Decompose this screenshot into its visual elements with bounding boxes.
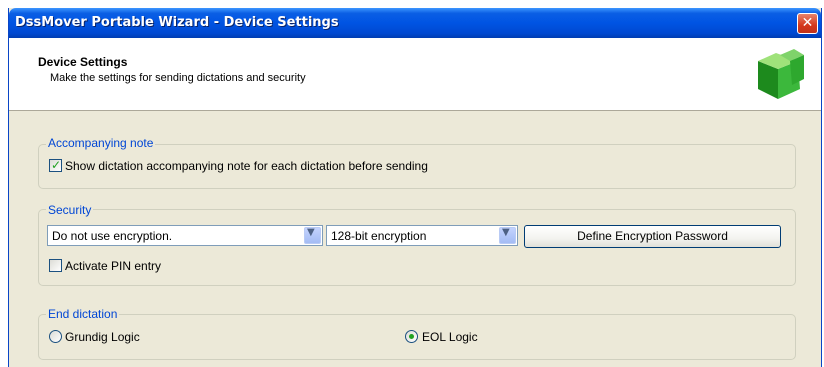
grundig-logic-label[interactable]: Grundig Logic bbox=[65, 330, 140, 344]
eol-logic-label[interactable]: EOL Logic bbox=[422, 330, 478, 344]
bit-strength-select[interactable]: 128-bit encryption ▼ bbox=[326, 225, 518, 246]
encryption-select-value: Do not use encryption. bbox=[52, 229, 173, 243]
wizard-header: Device Settings Make the settings for se… bbox=[9, 38, 821, 111]
encryption-dropdown-button[interactable]: ▼ bbox=[304, 227, 321, 244]
radio-selected-dot bbox=[409, 334, 414, 339]
define-encryption-password-button[interactable]: Define Encryption Password bbox=[524, 225, 781, 248]
title-bar[interactable]: DssMover Portable Wizard - Device Settin… bbox=[9, 8, 821, 38]
show-note-label[interactable]: Show dictation accompanying note for eac… bbox=[65, 159, 428, 173]
wizard-window: DssMover Portable Wizard - Device Settin… bbox=[8, 8, 822, 367]
bit-strength-select-value: 128-bit encryption bbox=[331, 229, 427, 243]
header-title: Device Settings bbox=[38, 55, 128, 69]
activate-pin-label[interactable]: Activate PIN entry bbox=[65, 259, 161, 273]
encryption-select[interactable]: Do not use encryption. ▼ bbox=[47, 225, 323, 246]
security-label: Security bbox=[46, 203, 94, 217]
grundig-logic-radio[interactable] bbox=[49, 330, 62, 343]
eol-logic-radio[interactable] bbox=[405, 330, 418, 343]
end-dictation-label: End dictation bbox=[46, 307, 120, 321]
window-title: DssMover Portable Wizard - Device Settin… bbox=[15, 15, 339, 30]
green-cube-icon bbox=[758, 49, 804, 99]
checkmark-icon: ✓ bbox=[51, 158, 62, 172]
close-button[interactable]: ✕ bbox=[797, 13, 818, 34]
header-subtitle: Make the settings for sending dictations… bbox=[50, 72, 306, 84]
accompanying-note-label: Accompanying note bbox=[46, 136, 156, 150]
show-note-checkbox[interactable]: ✓ bbox=[49, 158, 62, 172]
close-icon: ✕ bbox=[801, 15, 814, 31]
chevron-down-icon: ▼ bbox=[502, 227, 510, 238]
activate-pin-checkbox[interactable] bbox=[49, 259, 62, 272]
bit-strength-dropdown-button[interactable]: ▼ bbox=[499, 227, 516, 244]
chevron-down-icon: ▼ bbox=[307, 227, 315, 238]
